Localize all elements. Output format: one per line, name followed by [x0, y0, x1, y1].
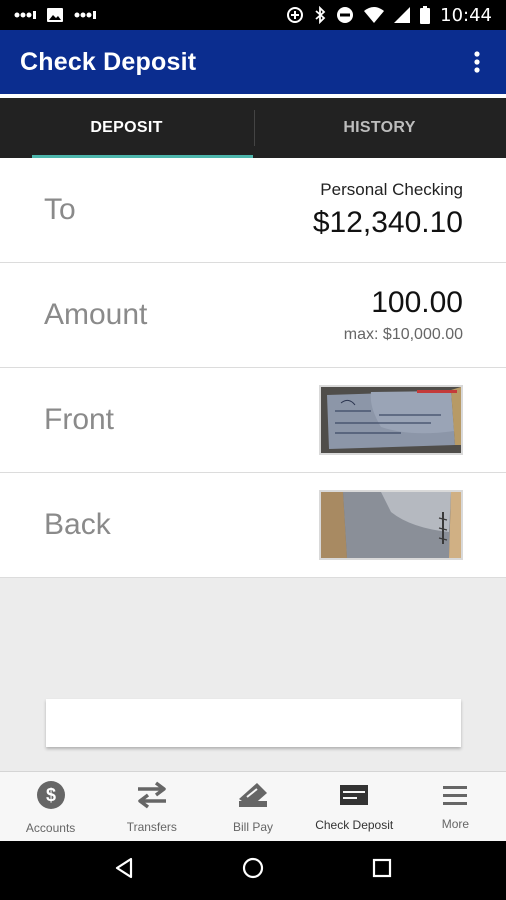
- system-nav-bar: [0, 841, 506, 900]
- overflow-menu-icon[interactable]: [468, 45, 486, 79]
- amount-row[interactable]: Amount 100.00 max: $10,000.00: [0, 263, 506, 368]
- back-image-row[interactable]: Back: [0, 473, 506, 578]
- account-name: Personal Checking: [320, 180, 463, 199]
- hamburger-menu-icon: [442, 784, 468, 811]
- back-label: Back: [44, 508, 111, 541]
- tab-history[interactable]: HISTORY: [253, 98, 506, 158]
- tab-deposit[interactable]: DEPOSIT: [0, 98, 253, 158]
- back-check-thumbnail[interactable]: [319, 490, 463, 560]
- nav-more[interactable]: More: [405, 772, 506, 842]
- status-right-icons: 10:44: [286, 5, 492, 26]
- bluetooth-icon: [314, 6, 326, 24]
- wifi-icon: [364, 7, 385, 23]
- svg-text:$: $: [46, 785, 56, 805]
- nav-more-label: More: [441, 816, 470, 831]
- nav-check-deposit[interactable]: Check Deposit: [304, 772, 405, 842]
- nav-accounts[interactable]: $ Accounts: [0, 772, 101, 842]
- nav-transfers[interactable]: Transfers: [101, 772, 202, 842]
- tab-deposit-label: DEPOSIT: [90, 119, 163, 136]
- nav-bill-pay-label: Bill Pay: [233, 819, 274, 834]
- back-triangle-icon[interactable]: [114, 857, 134, 884]
- nav-accounts-label: Accounts: [25, 820, 76, 835]
- status-left-icons: [14, 7, 96, 23]
- front-check-thumbnail[interactable]: [319, 385, 463, 455]
- image-notification-icon: [46, 7, 64, 23]
- recents-square-icon[interactable]: [372, 858, 392, 883]
- amount-details: 100.00 max: $10,000.00: [344, 286, 463, 344]
- amount-max: max: $10,000.00: [343, 326, 463, 343]
- amount-value[interactable]: 100.00: [344, 286, 463, 320]
- status-time: 10:44: [440, 4, 492, 26]
- deposit-form: To Personal Checking $12,340.10 Amount 1…: [0, 158, 506, 578]
- page-title: Check Deposit: [20, 47, 197, 76]
- bottom-nav: $ Accounts Transfers Bill Pay Check Depo…: [0, 771, 506, 842]
- front-label: Front: [44, 403, 115, 436]
- amount-label: Amount: [44, 298, 148, 331]
- front-image-row[interactable]: Front: [0, 368, 506, 473]
- to-label: To: [44, 193, 76, 226]
- signal-dots-icon: [14, 10, 36, 20]
- transfer-arrows-icon: [136, 781, 168, 814]
- account-balance: $12,340.10: [312, 206, 463, 239]
- to-account-row[interactable]: To Personal Checking $12,340.10: [0, 158, 506, 263]
- bill-pay-icon: [237, 781, 269, 814]
- status-bar: 10:44: [0, 0, 506, 30]
- data-saver-icon: [286, 6, 304, 24]
- submit-button[interactable]: [46, 699, 461, 747]
- check-deposit-icon: [339, 783, 369, 812]
- do-not-disturb-icon: [336, 6, 354, 24]
- dollar-circle-icon: $: [36, 780, 66, 815]
- signal-dots-icon-2: [74, 10, 96, 20]
- to-account-details: Personal Checking $12,340.10: [313, 180, 463, 240]
- app-bar: Check Deposit: [0, 30, 506, 98]
- battery-icon: [420, 6, 431, 24]
- tab-history-label: HISTORY: [343, 119, 416, 136]
- home-circle-icon[interactable]: [242, 857, 264, 884]
- nav-bill-pay[interactable]: Bill Pay: [202, 772, 303, 842]
- nav-transfers-label: Transfers: [126, 819, 177, 834]
- nav-check-deposit-label: Check Deposit: [315, 817, 394, 832]
- cell-signal-icon: [394, 7, 411, 23]
- tab-bar: DEPOSIT HISTORY: [0, 98, 506, 158]
